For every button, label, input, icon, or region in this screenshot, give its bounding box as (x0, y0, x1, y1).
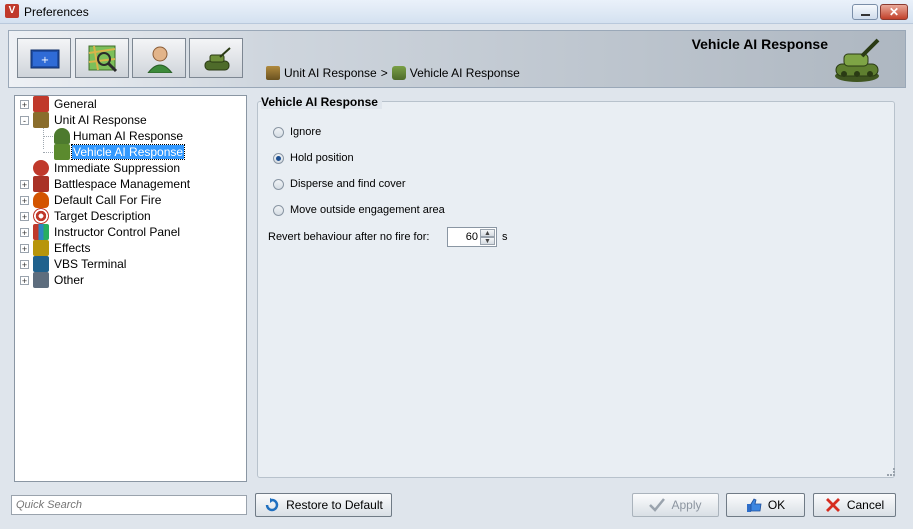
resize-grip-icon[interactable] (887, 468, 895, 476)
tank-icon (391, 66, 406, 80)
expand-icon[interactable]: + (20, 212, 29, 222)
apply-button[interactable]: Apply (632, 493, 719, 517)
button-label: Restore to Default (286, 498, 383, 512)
restore-default-button[interactable]: Restore to Default (255, 493, 392, 517)
target-icon (33, 208, 49, 224)
radio-button[interactable] (273, 126, 284, 138)
spin-down-icon[interactable]: ▼ (480, 237, 495, 245)
page-title: Vehicle AI Response (691, 36, 828, 52)
tank-icon (54, 144, 70, 160)
minimize-button[interactable] (852, 4, 878, 20)
radio-label: Disperse and find cover (290, 178, 406, 190)
ai-settings-button[interactable] (189, 38, 243, 78)
minimize-icon (861, 14, 870, 16)
map-search-button[interactable] (75, 38, 129, 78)
radio-move-outside-engagement-area[interactable]: Move outside engagement area (273, 204, 445, 216)
map-search-icon (88, 45, 118, 73)
ok-button[interactable]: OK (726, 493, 805, 517)
radio-button[interactable] (273, 152, 284, 164)
revert-unit: s (502, 231, 508, 243)
tree-item-label: Other (54, 273, 85, 287)
tree-item-label: Human AI Response (73, 129, 184, 143)
radio-label: Ignore (290, 126, 322, 138)
tree-item-label: Unit AI Response (54, 113, 147, 127)
radio-label: Hold position (290, 152, 354, 164)
terminal-icon (33, 256, 49, 272)
tree-item-label: Vehicle AI Response (70, 144, 186, 160)
breadcrumb-separator: > (380, 66, 388, 80)
thumbs-up-icon (746, 498, 762, 512)
button-label: OK (767, 498, 786, 512)
display-icon: + (30, 49, 60, 69)
expand-icon[interactable]: + (20, 228, 29, 238)
radio-label: Move outside engagement area (290, 204, 445, 216)
unit-icon (266, 66, 280, 80)
user-icon (147, 46, 173, 73)
expand-icon[interactable]: + (20, 180, 29, 190)
app-icon: V (5, 4, 19, 18)
spinbox-value[interactable]: 60 (466, 231, 478, 243)
tree-item-label: VBS Terminal (54, 257, 127, 271)
radio-ignore[interactable]: Ignore (273, 126, 321, 138)
radio-button[interactable] (273, 178, 284, 190)
group-title: Vehicle AI Response (261, 95, 382, 109)
unit-icon (33, 112, 49, 128)
expand-icon[interactable]: + (20, 100, 29, 110)
tree-item-label: Effects (54, 241, 91, 255)
window-title: Preferences (24, 5, 89, 19)
expand-icon[interactable]: + (20, 276, 29, 286)
restore-icon (265, 498, 279, 512)
button-label: Cancel (846, 498, 885, 512)
tree-connector (43, 152, 53, 153)
other-icon (33, 272, 49, 288)
cancel-x-icon (825, 498, 840, 512)
tree-item-label: General (54, 97, 97, 111)
checkmark-icon (649, 498, 666, 512)
close-button[interactable]: ✕ (880, 4, 908, 20)
title-bar (0, 0, 913, 24)
tree-item-label: Battlespace Management (54, 177, 191, 191)
svg-text:+: + (41, 55, 49, 66)
tank-icon (204, 47, 231, 71)
expand-icon[interactable]: + (20, 244, 29, 254)
collapse-icon[interactable]: - (20, 116, 29, 126)
revert-time-spinbox[interactable]: 60 ▲ ▼ (447, 227, 497, 247)
revert-label: Revert behaviour after no fire for: (268, 231, 430, 243)
breadcrumb: Unit AI Response > Vehicle AI Response (266, 66, 520, 80)
tree-item-label: Instructor Control Panel (54, 225, 181, 239)
control-panel-icon (33, 224, 49, 240)
tree-item-label: Immediate Suppression (54, 161, 181, 175)
tree-item-label: Target Description (54, 209, 151, 223)
quick-search-input[interactable] (11, 495, 247, 515)
radio-disperse-and-find-cover[interactable]: Disperse and find cover (273, 178, 406, 190)
human-icon (54, 128, 70, 144)
suppression-icon (33, 160, 49, 176)
tree-connector (43, 136, 53, 137)
fire-icon (33, 192, 49, 208)
expand-icon[interactable]: + (20, 196, 29, 206)
spin-up-icon[interactable]: ▲ (480, 229, 495, 237)
radio-hold-position[interactable]: Hold position (273, 152, 354, 164)
map-icon (33, 176, 49, 192)
button-label: Apply (671, 498, 702, 512)
cancel-button[interactable]: Cancel (813, 493, 896, 517)
tools-icon (33, 96, 49, 112)
close-icon: ✕ (888, 5, 900, 19)
tree-item-label: Default Call For Fire (54, 193, 162, 207)
user-profile-button[interactable] (132, 38, 186, 78)
breadcrumb-current: Vehicle AI Response (409, 66, 520, 80)
radio-button[interactable] (273, 204, 284, 216)
effects-icon (33, 240, 49, 256)
display-settings-button[interactable]: + (17, 38, 71, 78)
tank-icon (835, 38, 880, 82)
preferences-tree[interactable]: + General - Unit AI Response Human AI Re… (14, 95, 247, 482)
expand-icon[interactable]: + (20, 260, 29, 270)
breadcrumb-parent[interactable]: Unit AI Response (284, 66, 377, 80)
